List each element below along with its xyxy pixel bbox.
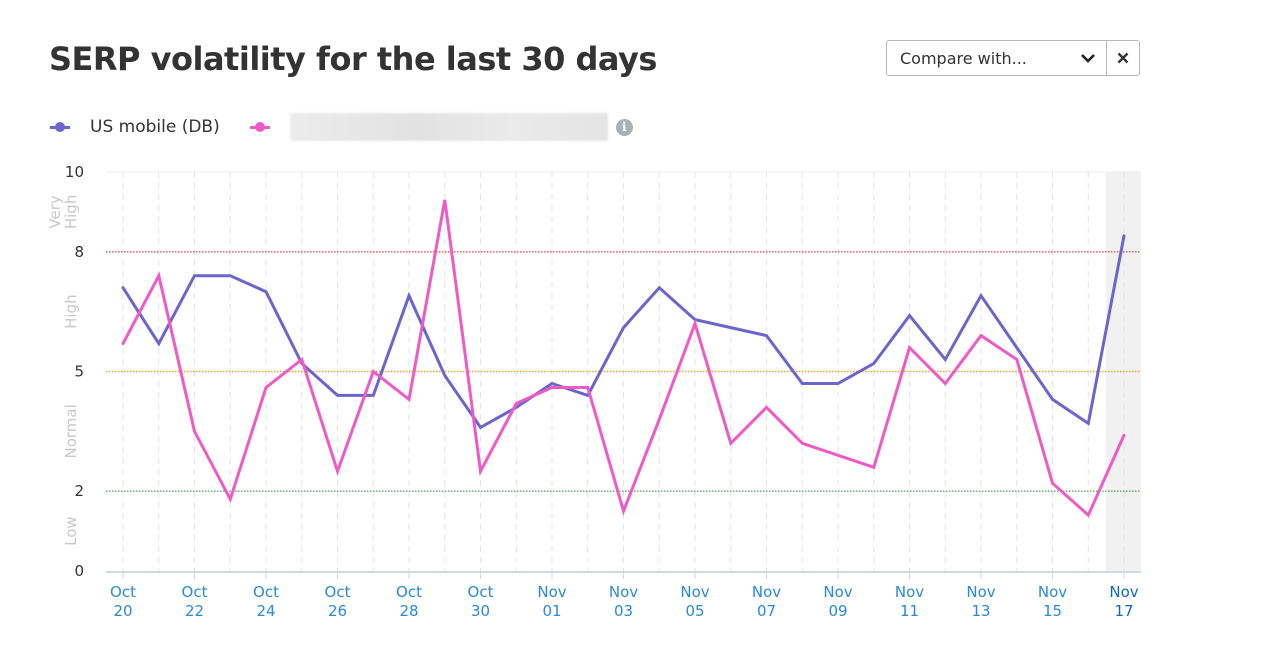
x-tick-label-month: Oct	[253, 583, 279, 601]
y-tick-label: 2	[74, 482, 84, 500]
x-tick-label-month: Nov	[823, 583, 852, 601]
y-tick-label: 8	[74, 243, 84, 261]
y-band-label: High	[62, 195, 80, 229]
x-tick-label-day: 28	[399, 602, 418, 620]
x-tick-label-day: 13	[971, 602, 990, 620]
x-tick-label-day: 30	[471, 602, 490, 620]
x-tick-label-day: 11	[900, 602, 919, 620]
x-tick-label-day: 07	[757, 602, 776, 620]
x-tick-label-month: Oct	[325, 583, 351, 601]
x-tick-label-month: Oct	[110, 583, 136, 601]
x-tick-label-day: 01	[542, 602, 561, 620]
x-tick-label-day: 22	[185, 602, 204, 620]
x-tick-label-month: Nov	[1038, 583, 1067, 601]
x-tick-label-day: 15	[1043, 602, 1062, 620]
y-band-label: Normal	[62, 404, 80, 458]
x-tick-label-month: Nov	[752, 583, 781, 601]
x-tick-label-month: Oct	[396, 583, 422, 601]
volatility-chart: Oct20Oct22Oct24Oct26Oct28Oct30Nov01Nov03…	[46, 163, 1141, 620]
x-tick-label-month: Nov	[1109, 583, 1138, 601]
x-tick-label-month: Oct	[468, 583, 494, 601]
x-tick-label-day: 26	[328, 602, 347, 620]
y-tick-label: 0	[74, 562, 84, 580]
y-tick-label: 5	[74, 363, 84, 381]
x-tick-label-day: 24	[256, 602, 275, 620]
series-line-2	[121, 199, 1126, 518]
y-band-label: Low	[62, 516, 80, 546]
x-tick-label-month: Nov	[609, 583, 638, 601]
x-tick-label-day: 20	[113, 602, 132, 620]
x-tick-label-day: 17	[1114, 602, 1133, 620]
x-tick-label-month: Nov	[895, 583, 924, 601]
x-tick-label-month: Nov	[966, 583, 995, 601]
x-tick-label-day: 05	[685, 602, 704, 620]
y-tick-label: 10	[65, 163, 84, 181]
x-tick-label-day: 09	[828, 602, 847, 620]
x-tick-label-month: Oct	[182, 583, 208, 601]
x-tick-label-month: Nov	[537, 583, 566, 601]
x-tick-label-day: 03	[614, 602, 633, 620]
x-tick-label-month: Nov	[680, 583, 709, 601]
y-band-label: High	[62, 294, 80, 328]
